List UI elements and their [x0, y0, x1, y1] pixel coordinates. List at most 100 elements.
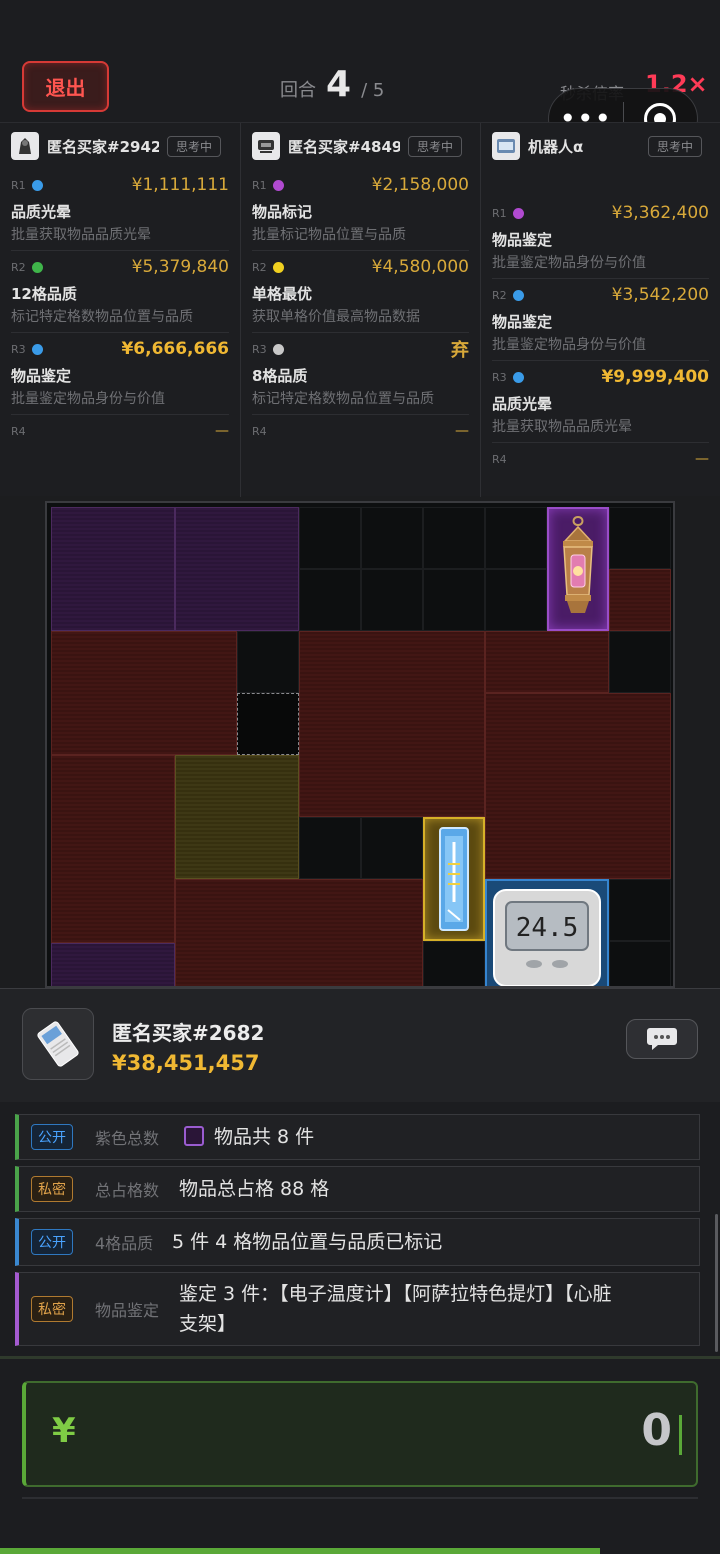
round-total: / 5 — [361, 80, 385, 101]
round-slot-label: R1 — [492, 206, 507, 220]
grid-cell — [237, 631, 299, 693]
clue-category: 物品鉴定 — [95, 1301, 160, 1320]
round-slot: R3 弃 8格品质 标记特定格数物品位置与品质 — [252, 333, 469, 415]
round-slot-title: 8格品质 — [252, 367, 308, 385]
round-slot-title: 物品鉴定 — [492, 313, 553, 331]
exit-button[interactable]: 退出 — [22, 61, 109, 112]
round-slot-desc: 批量获取物品品质光晕 — [11, 227, 151, 243]
round-slot-label: R1 — [252, 178, 267, 192]
clue-list[interactable]: 公开 紫色总数 物品共 8 件 私密 总占格数 物品总占格 88 格 公开 4格… — [0, 1102, 720, 1356]
red-quality-block[interactable] — [609, 569, 671, 631]
quality-dot-icon — [31, 343, 43, 355]
round-slot: R1 ¥1,111,111 品质光晕 批量获取物品品质光晕 — [11, 169, 229, 251]
lantern-item[interactable] — [547, 507, 609, 631]
grid-cell — [609, 631, 671, 693]
red-quality-block[interactable] — [485, 693, 671, 879]
round-label: 回合 — [280, 80, 316, 101]
round-slot-desc: 标记特定格数物品位置与品质 — [252, 391, 434, 407]
grid-cell — [485, 569, 547, 631]
bid-amount-input[interactable]: ¥ 0 — [22, 1381, 698, 1487]
gold-quality-block[interactable] — [175, 755, 299, 879]
bid-amount-value: 0 — [641, 1405, 672, 1456]
bidder-avatar — [22, 1008, 94, 1080]
round-slot-price: — — [215, 423, 229, 439]
round-slot-price: ¥3,362,400 — [611, 203, 709, 223]
divider — [22, 1497, 698, 1499]
round-slot-desc: 批量鉴定物品身份与价值 — [11, 391, 165, 407]
item-grid-board[interactable]: 24.5 — [45, 501, 675, 988]
quality-dot-icon — [31, 261, 43, 273]
round-slot: R4 — — [11, 415, 229, 445]
bidder-total-value: ¥38,451,457 — [112, 1051, 260, 1075]
round-slot-price: ¥2,158,000 — [371, 175, 469, 195]
clue-category: 总占格数 — [95, 1181, 160, 1200]
buyer-avatar — [11, 132, 39, 160]
round-slot-title: 物品鉴定 — [11, 367, 72, 385]
round-slot-price: ¥3,542,200 — [611, 285, 709, 305]
red-quality-block[interactable] — [175, 879, 423, 986]
grid-cell — [361, 569, 423, 631]
grid-cell — [361, 817, 423, 879]
round-slot-desc: 批量获取物品品质光晕 — [492, 419, 632, 435]
round-slot-label: R1 — [11, 178, 26, 192]
text-cursor — [679, 1415, 682, 1455]
buyer-status-badge: 思考中 — [408, 135, 463, 157]
round-slot-desc: 获取单格价值最高物品数据 — [252, 309, 420, 325]
round-slot: R1 ¥2,158,000 物品标记 批量标记物品位置与品质 — [252, 169, 469, 251]
clue-text: 5 件 4 格物品位置与品质已标记 — [172, 1231, 443, 1253]
empty-cell-marker[interactable] — [237, 693, 299, 755]
quality-dot-icon — [272, 261, 284, 273]
countdown-progress-bar — [0, 1548, 600, 1554]
top-bar: 退出 回合 4 / 5 秒杀倍率 1.2× ••• — [0, 0, 720, 150]
round-slot-title: 物品标记 — [252, 203, 313, 221]
grid-cell — [485, 507, 547, 569]
round-slot-price: ¥1,111,111 — [131, 175, 229, 195]
clue-scrollbar[interactable] — [715, 1214, 718, 1352]
round-slot-label: R2 — [11, 260, 26, 274]
buyer-panel: 匿名买家#4849 思考中 R1 ¥2,158,000 物品标记 批量标记物品位… — [240, 123, 480, 497]
grid-cell — [609, 879, 671, 941]
lantern-icon — [563, 515, 593, 613]
round-slot-title: 12格品质 — [11, 285, 77, 303]
red-quality-block[interactable] — [299, 631, 485, 817]
red-quality-block[interactable] — [51, 631, 237, 755]
round-slot-price: ¥4,580,000 — [371, 257, 469, 277]
round-indicator: 回合 4 / 5 — [280, 64, 384, 114]
purple-quality-block[interactable] — [51, 943, 175, 986]
clue-text: 物品共 8 件 — [214, 1126, 315, 1148]
heart-stent-item[interactable] — [423, 817, 485, 941]
clue-item: 公开 4格品质 5 件 4 格物品位置与品质已标记 — [15, 1218, 700, 1266]
robot-avatar — [492, 132, 520, 160]
round-slot-title: 物品鉴定 — [492, 231, 553, 249]
svg-text:24.5: 24.5 — [516, 913, 579, 943]
round-slot: R2 ¥4,580,000 单格最优 获取单格价值最高物品数据 — [252, 251, 469, 333]
chat-button[interactable] — [626, 1019, 698, 1059]
buyer-panels: 匿名买家#2942 思考中 R1 ¥1,111,111 品质光晕 批量获取物品品… — [0, 122, 720, 497]
purple-quality-block[interactable] — [175, 507, 299, 631]
round-slot-price: — — [695, 451, 709, 467]
grid-cell — [423, 507, 485, 569]
thermometer-item[interactable]: 24.5 — [485, 879, 609, 986]
round-slot-title: 品质光晕 — [492, 395, 553, 413]
private-tag: 私密 — [31, 1296, 73, 1322]
round-slot: R4 — — [492, 443, 709, 473]
bidder-name: 匿名买家#2682 — [112, 1021, 265, 1045]
public-tag: 公开 — [31, 1124, 73, 1150]
round-slot-desc: 批量标记物品位置与品质 — [252, 227, 406, 243]
buyer-panel: 匿名买家#2942 思考中 R1 ¥1,111,111 品质光晕 批量获取物品品… — [0, 123, 240, 497]
purple-quality-block[interactable] — [51, 507, 175, 631]
quality-dot-icon — [272, 179, 284, 191]
round-slot-label: R3 — [252, 342, 267, 356]
buyer-status-badge: 思考中 — [167, 135, 222, 157]
bid-area: ¥ 0 — [0, 1356, 720, 1554]
round-slot-price: ¥5,379,840 — [131, 257, 229, 277]
clue-item: 私密 总占格数 物品总占格 88 格 — [15, 1166, 700, 1212]
red-quality-block[interactable] — [51, 755, 175, 943]
grid-cell — [299, 569, 361, 631]
quality-dot-icon — [31, 179, 43, 191]
red-quality-block[interactable] — [485, 631, 609, 693]
round-slot: R2 ¥3,542,200 物品鉴定 批量鉴定物品身份与价值 — [492, 279, 709, 361]
round-slot-label: R2 — [492, 288, 507, 302]
current-bidder-bar: 匿名买家#2682 ¥38,451,457 — [0, 988, 720, 1102]
grid-cell — [299, 817, 361, 879]
